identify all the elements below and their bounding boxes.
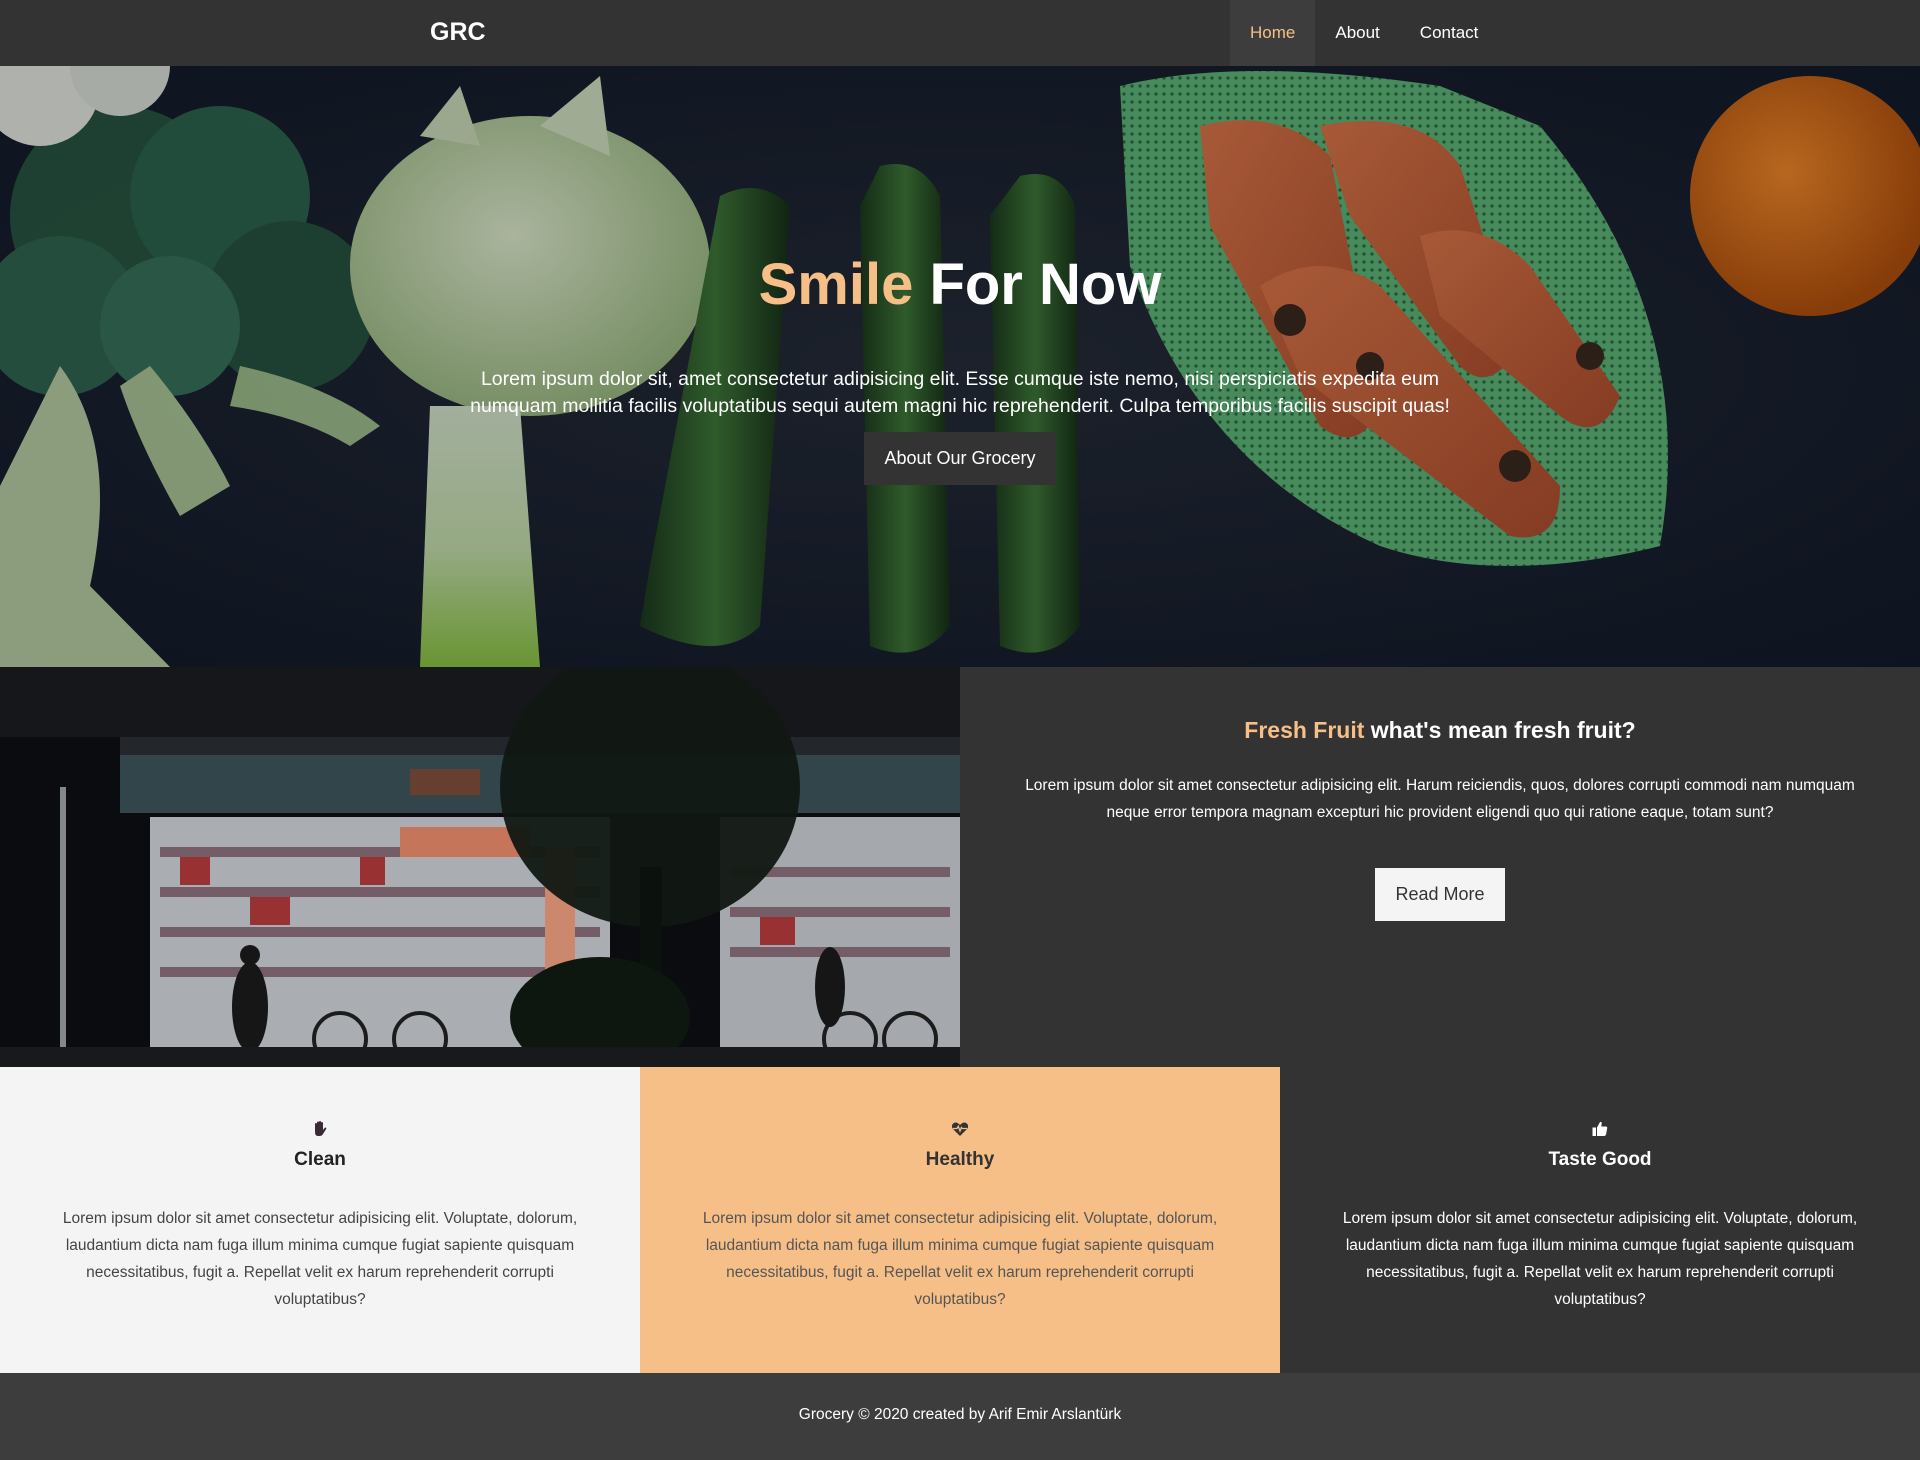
hero-section: Smile For Now Lorem ipsum dolor sit, ame… bbox=[0, 66, 1920, 667]
site-logo[interactable]: GRC bbox=[430, 18, 486, 47]
hero-description: Lorem ipsum dolor sit, amet consectetur … bbox=[470, 368, 1450, 417]
store-photo-illustration bbox=[0, 667, 960, 1067]
about-title-rest: what's mean fresh fruit? bbox=[1364, 717, 1636, 743]
hero-title-rest: For Now bbox=[913, 252, 1162, 317]
read-more-button[interactable]: Read More bbox=[1375, 868, 1505, 921]
grocery-store-image bbox=[0, 667, 960, 1067]
heartbeat-icon bbox=[640, 1120, 1280, 1138]
feature-title: Healthy bbox=[925, 1149, 995, 1170]
about-grocery-button[interactable]: About Our Grocery bbox=[864, 432, 1056, 485]
nav-item-contact[interactable]: Contact bbox=[1400, 0, 1499, 66]
feature-taste-good: Taste Good Lorem ipsum dolor sit amet co… bbox=[1280, 1067, 1920, 1373]
feature-healthy: Healthy Lorem ipsum dolor sit amet conse… bbox=[640, 1067, 1280, 1373]
footer: Grocery © 2020 created by Arif Emir Arsl… bbox=[0, 1373, 1920, 1460]
about-description: Lorem ipsum dolor sit amet consectetur a… bbox=[1025, 777, 1855, 821]
hero-title-accent: Smile bbox=[758, 252, 914, 317]
about-section: Fresh Fruit what's mean fresh fruit? Lor… bbox=[960, 667, 1920, 1067]
feature-title: Taste Good bbox=[1548, 1149, 1652, 1170]
feature-title: Clean bbox=[294, 1149, 346, 1170]
about-title: Fresh Fruit what's mean fresh fruit? bbox=[960, 717, 1920, 744]
thumbs-up-icon bbox=[1280, 1120, 1920, 1138]
about-title-accent: Fresh Fruit bbox=[1244, 717, 1365, 743]
nav-item-about[interactable]: About bbox=[1315, 0, 1399, 66]
navbar: GRC Home About Contact bbox=[0, 0, 1920, 66]
nav-item-home[interactable]: Home bbox=[1230, 0, 1316, 66]
hero-title: Smile For Now bbox=[0, 251, 1920, 318]
feature-clean: Clean Lorem ipsum dolor sit amet consect… bbox=[0, 1067, 640, 1373]
feature-text: Lorem ipsum dolor sit amet consectetur a… bbox=[1342, 1210, 1858, 1308]
feature-text: Lorem ipsum dolor sit amet consectetur a… bbox=[702, 1210, 1218, 1308]
hand-icon bbox=[0, 1120, 640, 1138]
nav-menu: Home About Contact bbox=[1230, 0, 1498, 66]
footer-text: Grocery © 2020 created by Arif Emir Arsl… bbox=[798, 1406, 1122, 1423]
feature-text: Lorem ipsum dolor sit amet consectetur a… bbox=[62, 1210, 578, 1308]
